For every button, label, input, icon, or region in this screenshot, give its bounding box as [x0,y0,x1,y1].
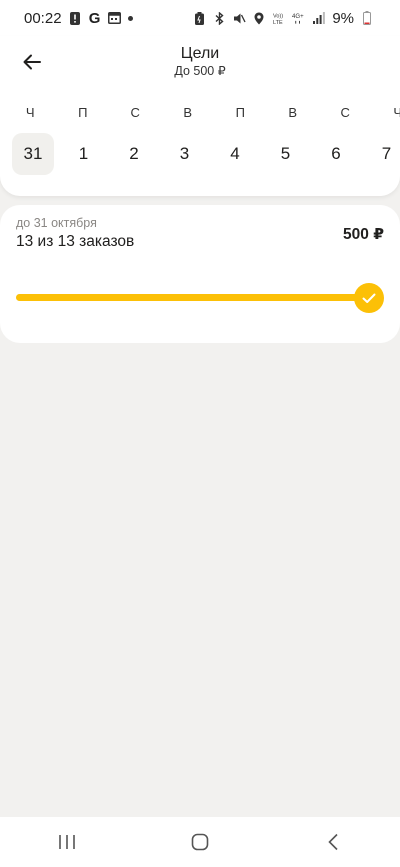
goal-progress-text: 13 из 13 заказов [16,233,135,250]
mute-icon [232,11,246,25]
goal-progress-fill [16,294,372,301]
weekday-label: С [130,105,140,120]
signal-icon [312,11,326,25]
goal-amount: 500 ₽ [343,226,384,243]
battery-percent: 9% [332,9,354,27]
nav-back-button[interactable] [303,817,363,867]
date-cell-selected[interactable]: 31 [12,133,54,175]
goal-deadline: до 31 октября [16,216,97,230]
volte-icon: Vo)) LTE [272,11,286,25]
location-icon [252,11,266,25]
system-nav-bar [0,817,400,867]
weekday-label: С [340,105,350,120]
bluetooth-icon [212,11,226,25]
battery-saver-icon [192,11,206,25]
page-title: Цели [180,45,220,62]
check-icon [362,293,376,303]
4g-icon: 4G+ [292,11,306,25]
goal-card[interactable]: до 31 октября 13 из 13 заказов 500 ₽ [0,205,400,343]
home-icon [191,833,209,851]
dot-icon [127,15,133,21]
weekday-label: П [235,105,245,120]
weekday-label: Ч [393,105,400,120]
status-bar-right: Vo)) LTE 4G+ 9% [192,10,374,27]
date-cell[interactable]: 7 [366,133,400,175]
status-bar: 00:22 G Vo)) LTE 4G+ 9% [0,0,400,36]
back-icon [328,833,338,851]
weekday-label: В [288,105,298,120]
date-cell[interactable]: 1 [63,133,105,175]
date-cell[interactable]: 3 [164,133,206,175]
weekday-row: Ч П С В П В С Ч [0,105,400,120]
dates-row: 31 1 2 3 4 5 6 7 [0,133,400,175]
header-card: Цели До 500 ₽ Ч П С В П В С Ч 31 1 2 3 4… [0,36,400,196]
date-cell[interactable]: 4 [214,133,256,175]
goal-progress-bar [16,294,372,301]
weekday-label: Ч [25,105,35,120]
date-cell[interactable]: 5 [265,133,307,175]
battery-icon [360,11,374,25]
date-cell[interactable]: 2 [113,133,155,175]
weekday-label: П [78,105,88,120]
svg-text:Vo)): Vo)) [273,13,283,19]
status-time: 00:22 [24,9,62,27]
svg-text:LTE: LTE [273,20,283,25]
alert-icon [68,11,82,25]
recent-apps-button[interactable] [37,817,97,867]
home-button[interactable] [170,817,230,867]
recent-apps-icon [58,835,75,849]
goal-complete-badge [354,283,384,313]
page-subtitle: До 500 ₽ [174,64,226,78]
google-icon: G [88,9,101,27]
weekday-label: В [183,105,193,120]
status-bar-left: 00:22 G [24,10,133,27]
calendar-icon [108,11,122,25]
svg-text:4G+: 4G+ [292,14,304,20]
date-cell[interactable]: 6 [315,133,357,175]
